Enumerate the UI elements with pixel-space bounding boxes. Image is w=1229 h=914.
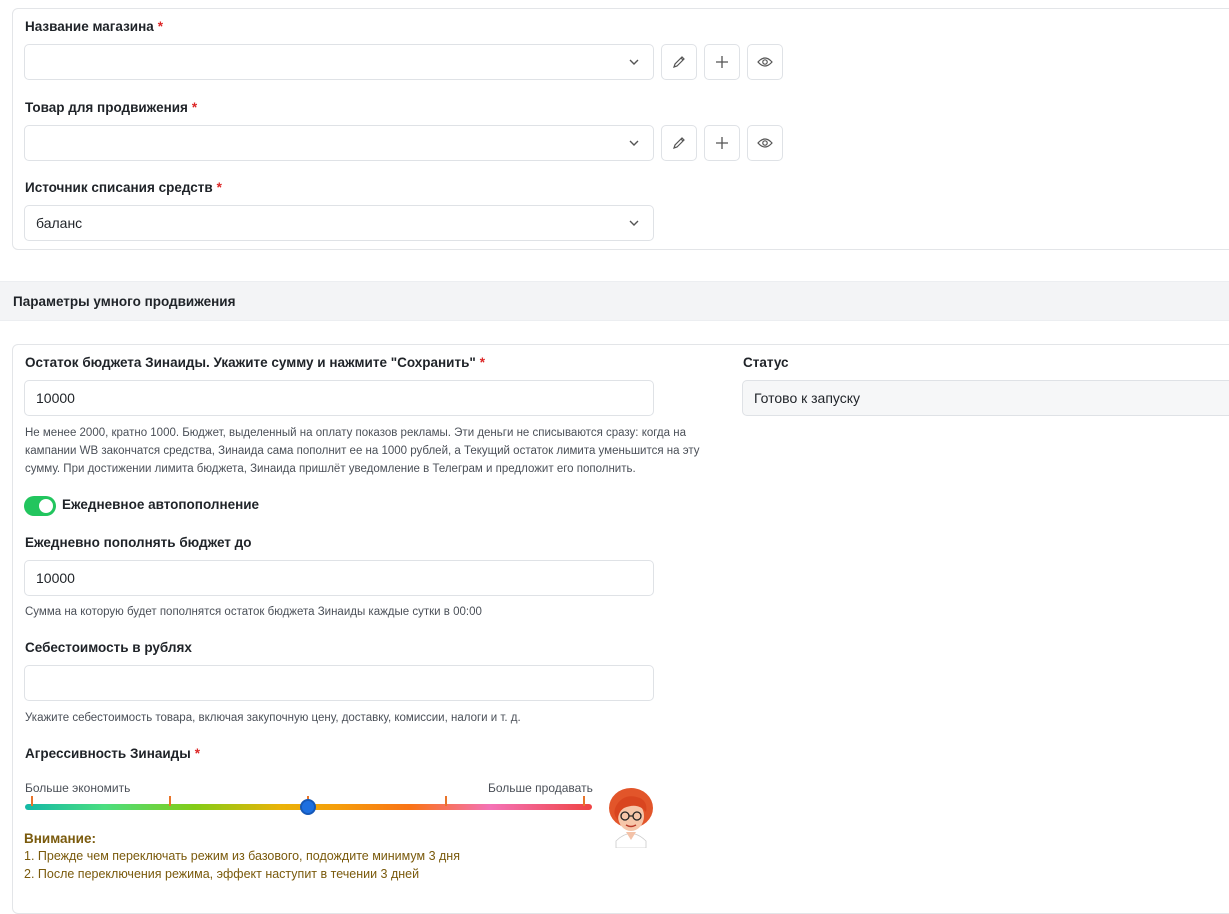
warning-title: Внимание:: [24, 831, 96, 846]
status-field: Готово к запуску: [742, 380, 1229, 416]
source-label: Источник списания средств *: [25, 180, 222, 195]
eye-icon: [757, 138, 773, 148]
plus-icon: [716, 137, 728, 149]
source-select[interactable]: баланс: [24, 205, 654, 241]
avatar: [609, 788, 653, 848]
daily-label: Ежедневно пополнять бюджет до: [25, 535, 252, 550]
toggle-knob: [39, 499, 53, 513]
chevron-down-icon: [629, 220, 639, 226]
slider-tick: [31, 796, 33, 806]
autorefill-toggle[interactable]: [24, 496, 56, 516]
chevron-down-icon: [629, 59, 639, 65]
slider-right-caption: Больше продавать: [488, 781, 593, 795]
aggression-label: Агрессивность Зинаиды *: [25, 746, 201, 761]
cost-label: Себестоимость в рублях: [25, 640, 192, 655]
pencil-icon: [673, 56, 685, 68]
product-label: Товар для продвижения *: [25, 100, 198, 115]
budget-hint: Не менее 2000, кратно 1000. Бюджет, выде…: [25, 427, 700, 475]
budget-label: Остаток бюджета Зинаиды. Укажите сумму и…: [25, 355, 486, 370]
view-store-button[interactable]: [747, 44, 783, 80]
pencil-icon: [673, 137, 685, 149]
warning-line-2: 2. После переключения режима, эффект нас…: [24, 867, 420, 881]
add-store-button[interactable]: [704, 44, 740, 80]
slider-left-caption: Больше экономить: [25, 781, 131, 795]
budget-input[interactable]: 10000: [24, 380, 654, 416]
view-product-button[interactable]: [747, 125, 783, 161]
slider-tick: [445, 796, 447, 806]
add-product-button[interactable]: [704, 125, 740, 161]
daily-budget-input[interactable]: 10000: [24, 560, 654, 596]
autorefill-label: Ежедневное автопополнение: [62, 497, 260, 512]
section-title: Параметры умного продвижения: [13, 294, 236, 309]
chevron-down-icon: [629, 140, 639, 146]
edit-product-button[interactable]: [661, 125, 697, 161]
store-select[interactable]: [24, 44, 654, 80]
edit-store-button[interactable]: [661, 44, 697, 80]
daily-hint: Сумма на которую будет пополнятся остато…: [25, 606, 482, 618]
slider-tick: [583, 796, 585, 806]
cost-input[interactable]: [24, 665, 654, 701]
product-select[interactable]: [24, 125, 654, 161]
plus-icon: [716, 56, 728, 68]
cost-hint: Укажите себестоимость товара, включая за…: [25, 712, 521, 724]
section-header: Параметры умного продвижения: [0, 281, 1229, 321]
slider-thumb[interactable]: [300, 799, 316, 815]
status-label: Статус: [743, 355, 789, 370]
store-label: Название магазина *: [25, 19, 164, 34]
slider-tick: [169, 796, 171, 806]
warning-line-1: 1. Прежде чем переключать режим из базов…: [24, 849, 460, 863]
eye-icon: [757, 57, 773, 67]
